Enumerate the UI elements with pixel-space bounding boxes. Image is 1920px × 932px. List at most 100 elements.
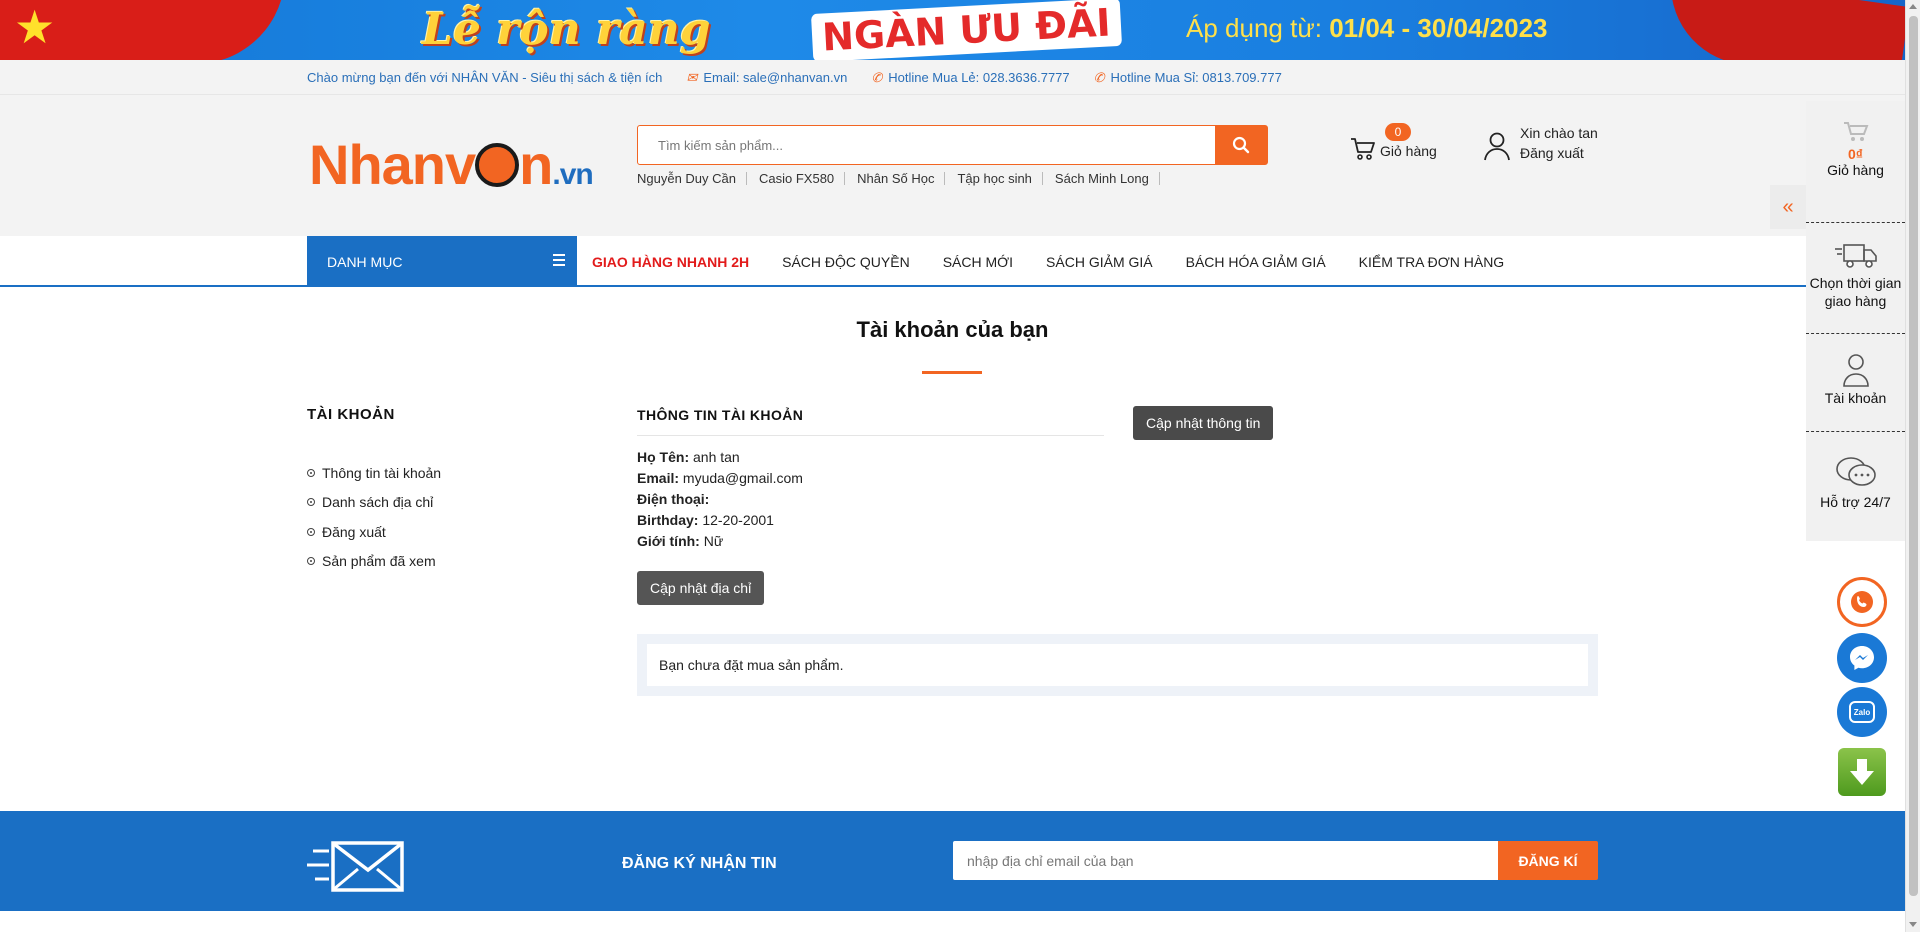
main-nav: DANH MỤC GIAO HÀNG NHANH 2H SÁCH ĐỘC QUY… <box>0 236 1905 287</box>
user-icon <box>1842 354 1869 387</box>
scroll-down-arrow-icon[interactable] <box>1909 922 1917 927</box>
account-info-details: Họ Tên: anh tan Email: myuda@gmail.com Đ… <box>637 447 803 552</box>
nav-item-order-check[interactable]: KIỂM TRA ĐƠN HÀNG <box>1359 254 1505 270</box>
sidebar-item-logout[interactable]: Đăng xuất <box>307 517 441 547</box>
call-button[interactable] <box>1837 577 1887 627</box>
promo-banner[interactable]: ★ Lễ rộn ràng NGÀN ƯU ĐÃI Áp dụng từ: 01… <box>0 0 1905 60</box>
bullet-icon <box>307 468 315 477</box>
collapse-sidebar-button[interactable]: « <box>1770 185 1806 229</box>
cart-icon <box>1351 138 1375 160</box>
quick-link[interactable]: Nhân Số Học <box>857 172 946 185</box>
nav-item-discount-books[interactable]: SÁCH GIẢM GIÁ <box>1046 254 1153 270</box>
site-header: Nhanvn.vn Nguyễn Duy Cần Casio FX580 Nhâ… <box>0 95 1905 236</box>
search-icon <box>1232 136 1250 154</box>
messenger-button[interactable] <box>1837 633 1887 683</box>
sidebar-delivery-time[interactable]: Chọn thời gian giao hàng <box>1806 241 1905 310</box>
nav-item-discount-goods[interactable]: BÁCH HÓA GIẢM GIÁ <box>1186 254 1326 270</box>
subscribe-button[interactable]: ĐĂNG KÍ <box>1498 841 1598 880</box>
bullet-icon <box>307 527 315 536</box>
user-icon <box>1484 132 1510 161</box>
newsletter-title: ĐĂNG KÝ NHẬN TIN <box>622 855 777 872</box>
no-orders-message: Bạn chưa đặt mua sản phẩm. <box>647 644 1588 686</box>
page-scrollbar[interactable] <box>1905 0 1920 932</box>
category-label: DANH MỤC <box>327 253 403 270</box>
header-account: Xin chào tan Đăng xuất <box>1483 125 1623 169</box>
messenger-icon <box>1850 646 1874 670</box>
site-logo[interactable]: Nhanv n.vn <box>309 135 594 205</box>
download-arrow-icon <box>1850 759 1874 785</box>
envelope-icon: ✉ <box>686 69 698 85</box>
star-icon: ★ <box>14 1 56 53</box>
top-info-bar: Chào mừng bạn đến với NHÂN VĂN - Siêu th… <box>0 60 1905 95</box>
phone-icon: ✆ <box>871 69 883 85</box>
cart-count-badge: 0 <box>1385 123 1411 141</box>
hotline-retail[interactable]: ✆ Hotline Mua Lẻ: 028.3636.7777 <box>871 70 1069 86</box>
chat-bubbles-icon <box>1835 457 1876 486</box>
header-cart[interactable]: 0 Giỏ hàng <box>1350 123 1460 169</box>
page-title: Tài khoản của bạn <box>856 317 1049 342</box>
email-contact[interactable]: ✉ Email: sale@nhanvan.vn <box>686 70 847 86</box>
title-underline <box>922 371 982 374</box>
nav-item-exclusive-books[interactable]: SÁCH ĐỘC QUYỀN <box>782 254 910 270</box>
right-floating-sidebar: 0₫ Giỏ hàng Chọn thời gian giao hàng Tài… <box>1806 101 1905 541</box>
zalo-button[interactable]: Zalo <box>1837 687 1887 737</box>
sidebar-item-address-list[interactable]: Danh sách địa chỉ <box>307 488 441 518</box>
bullet-icon <box>307 557 315 566</box>
greeting-text[interactable]: Xin chào tan <box>1520 125 1598 141</box>
welcome-text: Chào mừng bạn đến với NHÂN VĂN - Siêu th… <box>307 70 663 85</box>
newsletter-email-input[interactable] <box>953 841 1498 880</box>
support-label: Hỗ trợ 24/7 <box>1820 494 1891 510</box>
birthday-row: Birthday: 12-20-2001 <box>637 512 774 528</box>
sidebar-item-viewed-products[interactable]: Sản phẩm đã xem <box>307 547 441 577</box>
sidebar-account[interactable]: Tài khoản <box>1806 353 1905 406</box>
cart-total: 0₫ <box>1848 146 1863 162</box>
email-row: Email: myuda@gmail.com <box>637 470 803 486</box>
quick-link[interactable]: Casio FX580 <box>759 172 846 185</box>
banner-dates: Áp dụng từ: 01/04 - 30/04/2023 <box>1186 13 1548 43</box>
quick-link[interactable]: Nguyễn Duy Cần <box>637 172 747 185</box>
sidebar-cart[interactable]: 0₫ Giỏ hàng <box>1806 121 1905 178</box>
search-bar <box>637 125 1268 165</box>
quick-link[interactable]: Tập học sinh <box>957 172 1043 185</box>
phone-icon <box>1851 591 1873 613</box>
sidebar-support[interactable]: Hỗ trợ 24/7 <box>1806 455 1905 510</box>
bee-mascot-icon <box>475 143 520 188</box>
bullet-icon <box>307 498 315 507</box>
gender-row: Giới tính: Nữ <box>637 533 724 549</box>
download-app-button[interactable] <box>1838 748 1886 796</box>
phone-icon: ✆ <box>1093 69 1105 85</box>
sidebar-item-account-info[interactable]: Thông tin tài khoản <box>307 458 441 488</box>
svg-text:Zalo: Zalo <box>1854 708 1871 717</box>
update-address-button[interactable]: Cập nhật địa chỉ <box>637 571 765 605</box>
logout-link[interactable]: Đăng xuất <box>1520 145 1584 161</box>
search-button[interactable] <box>1215 126 1267 164</box>
divider <box>1806 333 1905 334</box>
newsletter-form: ĐĂNG KÍ <box>953 841 1598 880</box>
divider <box>1806 222 1905 223</box>
update-info-button[interactable]: Cập nhật thông tin <box>1133 406 1274 440</box>
divider <box>1806 431 1905 432</box>
delivery-label: Chọn thời gian giao hàng <box>1809 275 1902 309</box>
nav-item-new-books[interactable]: SÁCH MỚI <box>943 254 1013 270</box>
category-menu-button[interactable]: DANH MỤC <box>307 236 577 287</box>
newsletter-footer: ĐĂNG KÝ NHẬN TIN ĐĂNG KÍ <box>0 811 1905 911</box>
search-input[interactable] <box>638 126 1215 164</box>
cart-label: Giỏ hàng <box>1380 143 1437 159</box>
nav-item-fast-delivery[interactable]: GIAO HÀNG NHANH 2H <box>592 254 749 270</box>
double-chevron-left-icon: « <box>1782 195 1794 218</box>
cart-label: Giỏ hàng <box>1827 162 1884 178</box>
banner-main-title: NGÀN ƯU ĐÃI <box>810 0 1122 60</box>
hotline-wholesale[interactable]: ✆ Hotline Mua Sỉ: 0813.709.777 <box>1094 70 1282 86</box>
scrollbar-thumb[interactable] <box>1909 16 1918 896</box>
account-sidebar-title: TÀI KHOẢN <box>307 406 395 423</box>
truck-icon <box>1834 244 1877 268</box>
mail-icon <box>307 841 404 892</box>
account-info-title: THÔNG TIN TÀI KHOẢN <box>637 407 1104 436</box>
name-row: Họ Tên: anh tan <box>637 449 740 465</box>
hamburger-icon <box>553 254 565 269</box>
quick-search-links: Nguyễn Duy Cần Casio FX580 Nhân Số Học T… <box>637 172 1172 185</box>
banner-script-title: Lễ rộn ràng <box>422 4 711 55</box>
zalo-icon: Zalo <box>1849 701 1875 723</box>
quick-link[interactable]: Sách Minh Long <box>1055 172 1160 185</box>
scroll-up-arrow-icon[interactable] <box>1909 4 1917 9</box>
